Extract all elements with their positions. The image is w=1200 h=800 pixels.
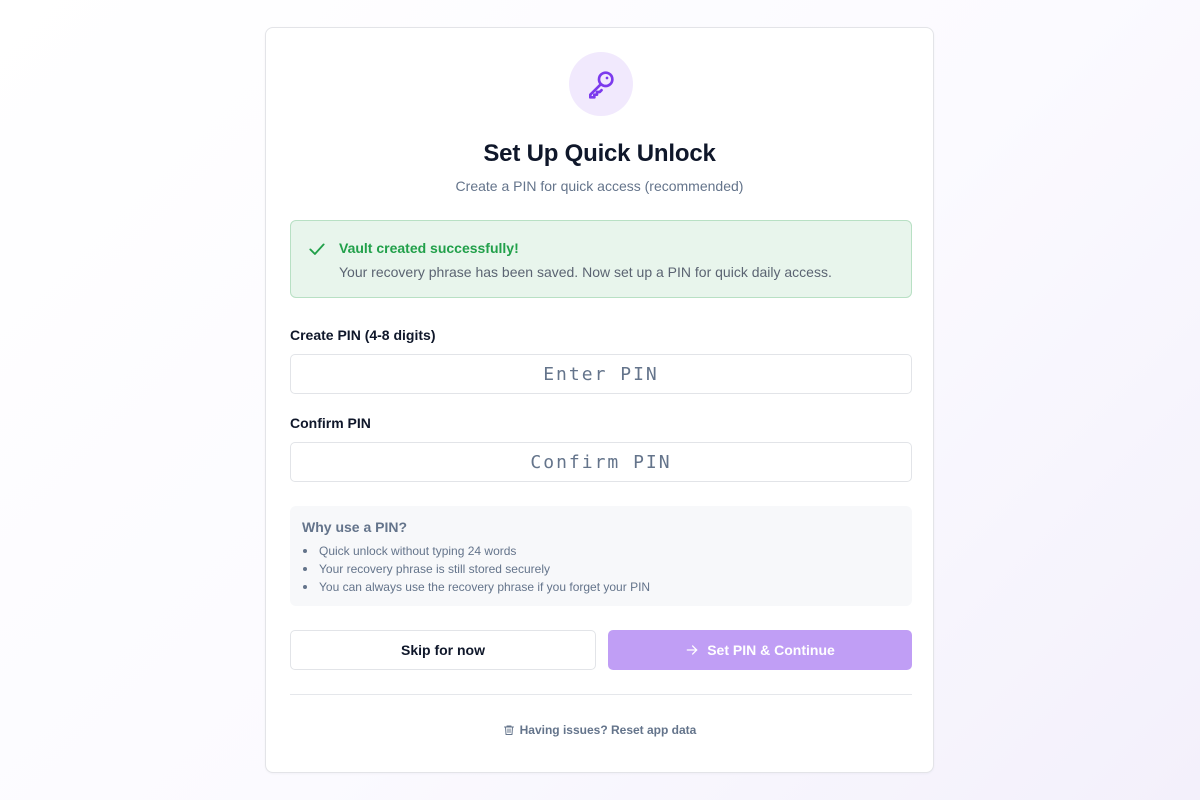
pin-info-item: Your recovery phrase is still stored sec… [302,560,650,578]
pin-info-title: Why use a PIN? [302,519,408,535]
confirm-pin-input[interactable] [290,442,912,482]
reset-app-data-label: Having issues? Reset app data [519,723,697,737]
key-icon-badge [569,52,633,116]
check-icon [309,243,325,255]
trash-icon [503,725,514,735]
setup-card: Set Up Quick Unlock Create a PIN for qui… [265,27,934,773]
pin-input[interactable] [290,354,912,394]
page-title: Set Up Quick Unlock [483,140,716,167]
pin-info-box: Why use a PIN? Quick unlock without typi… [290,506,912,606]
pin-label: Create PIN (4-8 digits) [290,327,436,343]
pin-info-item: Quick unlock without typing 24 words [302,542,650,560]
page-subtitle: Create a PIN for quick access (recommend… [455,178,744,194]
skip-button[interactable]: Skip for now [290,630,596,670]
skip-button-label: Skip for now [401,642,485,658]
success-alert-title: Vault created successfully! [339,240,519,256]
set-pin-continue-button[interactable]: Set PIN & Continue [608,630,912,670]
pin-info-item: You can always use the recovery phrase i… [302,578,650,596]
confirm-pin-label: Confirm PIN [290,415,371,431]
pin-info-list: Quick unlock without typing 24 words You… [302,542,650,596]
divider [290,694,912,695]
reset-app-data-link[interactable]: Having issues? Reset app data [266,723,933,737]
key-icon [589,71,614,99]
success-alert-message: Your recovery phrase has been saved. Now… [339,264,832,280]
success-alert: Vault created successfully! Your recover… [290,220,912,298]
arrow-right-icon [686,645,698,655]
set-pin-continue-label: Set PIN & Continue [707,642,835,658]
